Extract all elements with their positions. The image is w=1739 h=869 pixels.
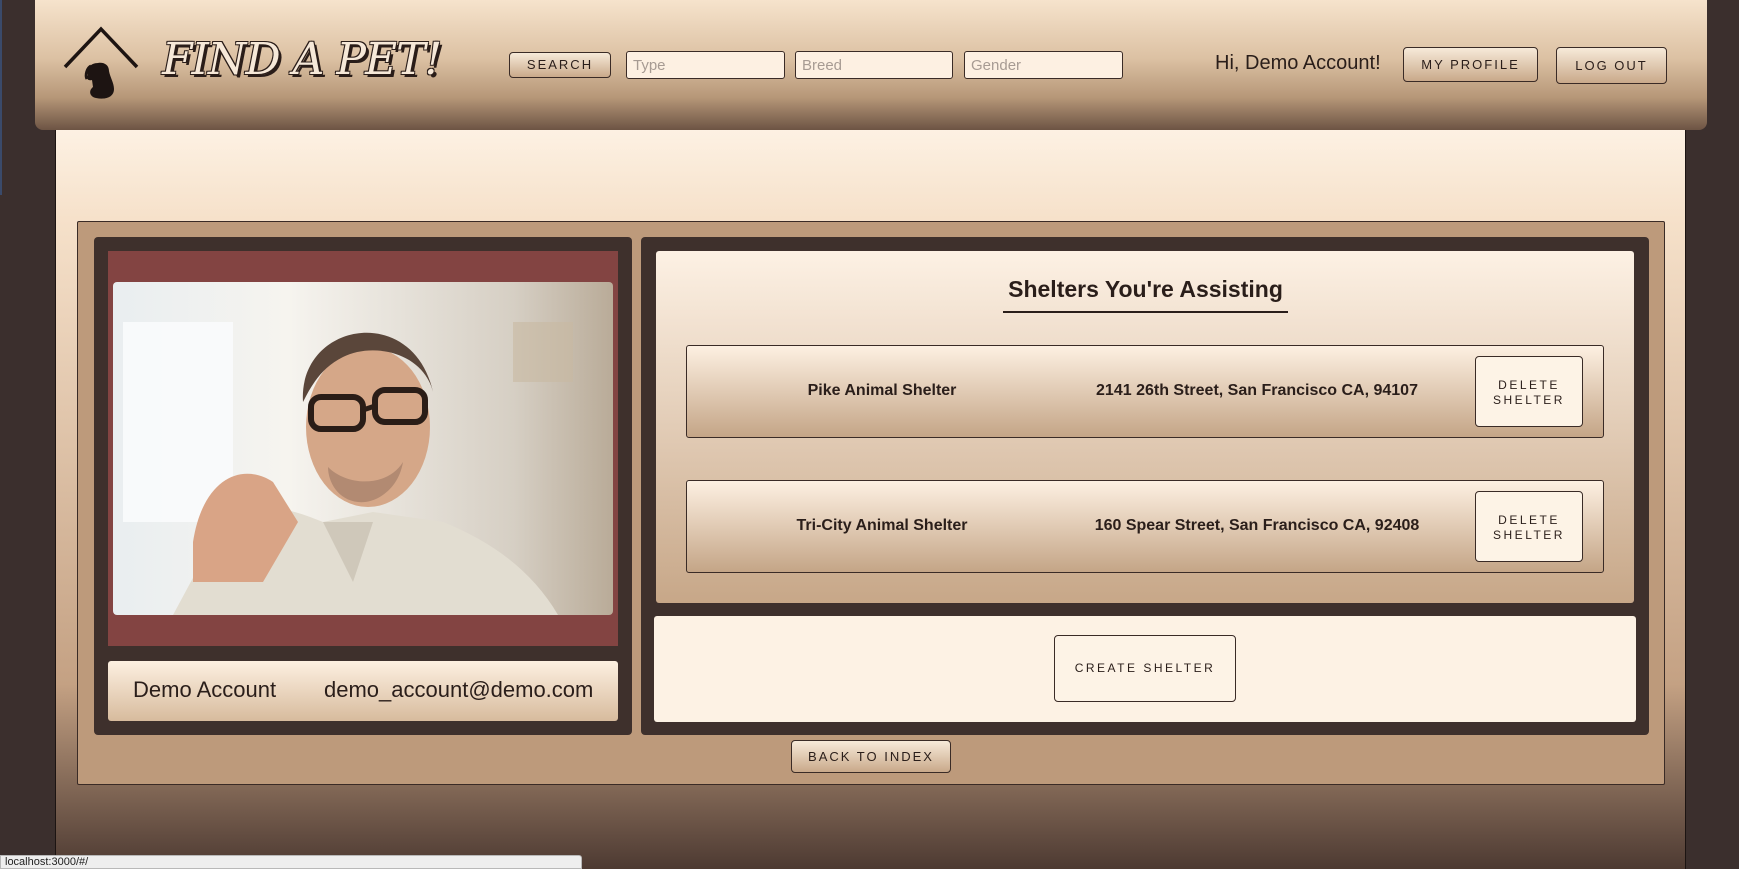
house-dog-logo-icon[interactable] (62, 25, 140, 103)
window-edge (0, 0, 2, 195)
site-logo-text[interactable]: FIND A PET! (162, 34, 442, 85)
user-greeting: Hi, Demo Account! (1215, 52, 1381, 74)
delete-shelter-button[interactable]: DELETE SHELTER (1475, 356, 1583, 427)
shelter-name[interactable]: Pike Animal Shelter (687, 382, 1077, 400)
delete-shelter-button[interactable]: DELETE SHELTER (1475, 491, 1583, 562)
profile-photo (113, 282, 613, 615)
type-input[interactable] (626, 51, 785, 79)
shelter-row: Pike Animal Shelter 2141 26th Street, Sa… (686, 345, 1604, 438)
shelters-heading: Shelters You're Assisting (1003, 276, 1288, 313)
log-out-button[interactable]: LOG OUT (1556, 47, 1667, 84)
account-name: Demo Account (133, 677, 277, 702)
top-nav-bar: FIND A PET! SEARCH Hi, Demo Account! MY … (35, 0, 1707, 130)
shelter-address: 2141 26th Street, San Francisco CA, 9410… (1096, 382, 1418, 399)
browser-status-bar: localhost:3000/#/ (0, 855, 582, 869)
shelter-row: Tri-City Animal Shelter 160 Spear Street… (686, 480, 1604, 573)
user-photo-icon (113, 282, 613, 615)
shelter-name[interactable]: Tri-City Animal Shelter (687, 517, 1077, 535)
back-to-index-button[interactable]: BACK TO INDEX (791, 740, 951, 773)
account-email: demo_account@demo.com (324, 677, 594, 702)
breed-input[interactable] (795, 51, 953, 79)
search-button[interactable]: SEARCH (509, 52, 611, 78)
shelter-address: 160 Spear Street, San Francisco CA, 9240… (1094, 517, 1420, 534)
create-shelter-button[interactable]: CREATE SHELTER (1054, 635, 1236, 702)
gender-input[interactable] (964, 51, 1123, 79)
my-profile-button[interactable]: MY PROFILE (1403, 47, 1538, 82)
